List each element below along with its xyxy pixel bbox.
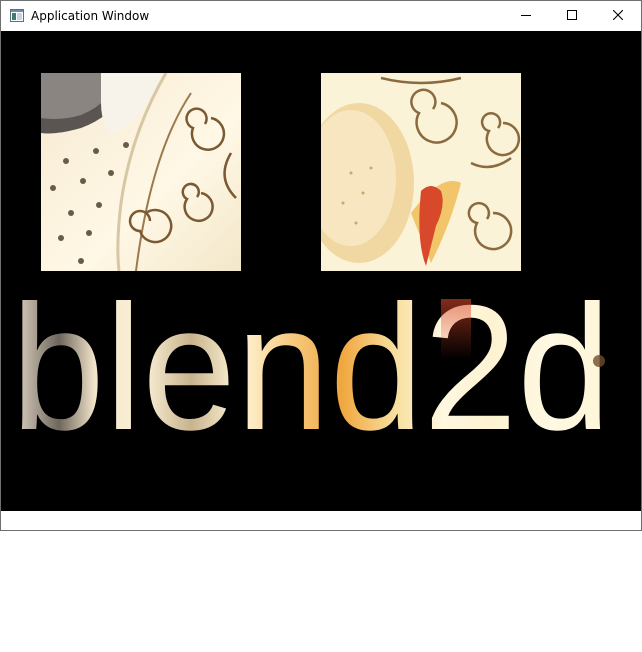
minimize-button[interactable] [503,1,549,31]
minimize-icon [521,7,531,25]
blend2d-textured-text: blend2d [11,289,611,439]
close-icon [612,7,624,25]
window-title: Application Window [31,9,150,23]
render-canvas[interactable]: blend2d [1,31,641,511]
maximize-icon [567,7,577,25]
left-texture-tile [41,73,241,271]
app-window-icon [10,9,24,22]
close-button[interactable] [595,1,641,31]
title-bar[interactable]: Application Window [1,1,641,31]
application-window: Application Window blend2d [0,0,642,531]
right-texture-tile [321,73,521,271]
status-bar [1,511,641,530]
maximize-button[interactable] [549,1,595,31]
canvas-text: blend2d [11,289,611,439]
